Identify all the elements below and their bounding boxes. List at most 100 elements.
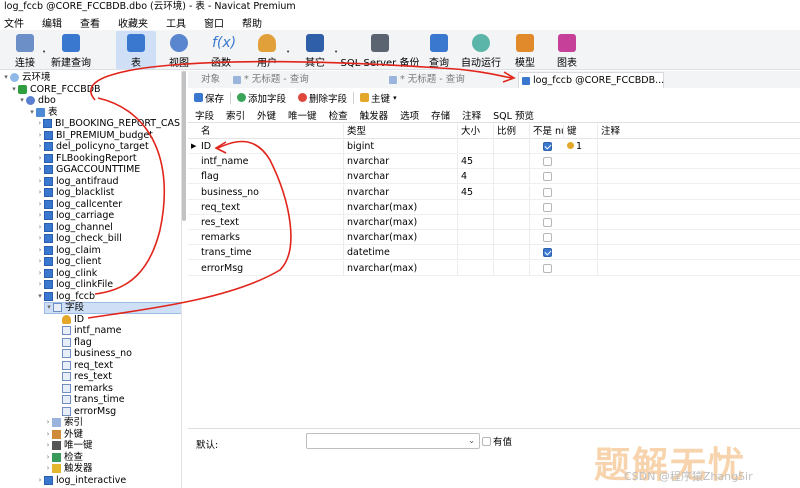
tree-item-table[interactable]: ▾ log_fccb	[36, 291, 180, 303]
tree-item-table[interactable]: › log_carriage	[36, 210, 180, 222]
field-name-cell[interactable]: intf_name	[198, 154, 344, 170]
table-row[interactable]: flag nvarchar 4	[188, 169, 800, 185]
field-scale-cell[interactable]	[494, 154, 530, 170]
tree-item-table[interactable]: › BI_PREMIUM_budget	[36, 130, 180, 142]
tree-item-table[interactable]: › log_client	[36, 256, 180, 268]
tree-item-foreign-keys[interactable]: › 外键	[44, 429, 180, 441]
field-scale-cell[interactable]	[494, 260, 530, 276]
menu-help[interactable]: 帮助	[238, 15, 262, 30]
field-type-cell[interactable]: nvarchar(max)	[344, 230, 458, 246]
tree-item-indexes[interactable]: › 索引	[44, 417, 180, 429]
subtab-triggers[interactable]: 触发器	[360, 108, 389, 122]
field-scale-cell[interactable]	[494, 184, 530, 200]
tree-item-field[interactable]: ID	[54, 314, 180, 326]
subtab-comment[interactable]: 注释	[462, 108, 481, 122]
field-type-cell[interactable]: nvarchar(max)	[344, 260, 458, 276]
field-comment-cell[interactable]	[598, 215, 798, 230]
field-key-cell[interactable]	[564, 199, 598, 215]
field-name-cell[interactable]: res_text	[198, 215, 344, 230]
menu-view[interactable]: 查看	[76, 15, 100, 30]
tree-item-table[interactable]: › log_clink	[36, 268, 180, 280]
tree-item-field[interactable]: req_text	[54, 360, 180, 372]
delete-field-button[interactable]: 删除字段	[298, 91, 347, 105]
subtab-sql-preview[interactable]: SQL 预览	[493, 108, 534, 122]
subtab-unique-keys[interactable]: 唯一键	[288, 108, 317, 122]
field-key-cell[interactable]	[564, 169, 598, 185]
default-value-select[interactable]: ⌄	[306, 433, 480, 449]
field-name-cell[interactable]: flag	[198, 169, 344, 185]
sql-server-backup-button[interactable]: SQL Server 备份	[341, 31, 419, 69]
chevron-down-icon[interactable]: ▾	[2, 72, 10, 84]
primary-key-button[interactable]: 主键 ▾	[360, 91, 397, 105]
field-comment-cell[interactable]	[598, 261, 798, 276]
tree-item-unique-keys[interactable]: › 唯一键	[44, 440, 180, 452]
subtab-foreign-keys[interactable]: 外键	[257, 108, 276, 122]
tree-item-field[interactable]: trans_time	[54, 394, 180, 406]
tree-scrollbar[interactable]	[182, 71, 186, 221]
not-null-checkbox[interactable]	[543, 233, 552, 243]
field-size-cell[interactable]	[458, 260, 494, 276]
header-name[interactable]: 名	[198, 124, 344, 139]
menu-favorites[interactable]: 收藏夹	[114, 15, 148, 30]
tree-item-schema[interactable]: ▾ dbo	[18, 95, 180, 107]
tree-item-field[interactable]: errorMsg	[54, 406, 180, 418]
field-type-cell[interactable]: datetime	[344, 245, 458, 261]
header-type[interactable]: 类型	[344, 124, 458, 139]
add-field-button[interactable]: 添加字段	[237, 91, 286, 105]
query-button[interactable]: 查询	[424, 31, 454, 69]
field-comment-cell[interactable]	[598, 200, 798, 215]
function-button[interactable]: f(x) 函数	[204, 31, 238, 69]
user-button[interactable]: 用户	[252, 31, 282, 69]
chevron-right-icon[interactable]: ›	[36, 268, 44, 280]
field-scale-cell[interactable]	[494, 215, 530, 230]
other-dropdown-icon[interactable]: •	[334, 48, 338, 56]
connect-dropdown-icon[interactable]: •	[42, 48, 46, 56]
view-button[interactable]: 视图	[162, 31, 196, 69]
chevron-right-icon[interactable]: ›	[36, 130, 44, 142]
field-comment-cell[interactable]	[598, 169, 798, 184]
field-key-cell[interactable]	[564, 184, 598, 200]
tree-item-fields-folder[interactable]: ▾ 字段	[44, 302, 181, 314]
table-row[interactable]: errorMsg nvarchar(max)	[188, 260, 800, 276]
field-key-cell[interactable]	[564, 154, 598, 170]
new-query-button[interactable]: 新建查询	[48, 31, 94, 69]
field-comment-cell[interactable]	[598, 139, 798, 154]
field-size-cell[interactable]: 4	[458, 169, 494, 185]
chevron-right-icon[interactable]: ›	[44, 463, 52, 475]
field-key-cell[interactable]	[564, 260, 598, 276]
not-null-checkbox[interactable]	[543, 187, 552, 197]
field-scale-cell[interactable]	[494, 245, 530, 261]
chevron-down-icon[interactable]: ▾	[10, 84, 18, 96]
chevron-right-icon[interactable]: ›	[36, 141, 44, 153]
tree-item-table[interactable]: › log_callcenter	[36, 199, 180, 211]
tree-item-checks[interactable]: › 检查	[44, 452, 180, 464]
tree-item-table[interactable]: › del_policyno_target	[36, 141, 180, 153]
not-null-checkbox[interactable]	[543, 172, 552, 182]
field-type-cell[interactable]: nvarchar(max)	[344, 199, 458, 215]
header-comment[interactable]: 注释	[598, 124, 798, 139]
not-null-checkbox[interactable]	[543, 248, 552, 258]
table-row[interactable]: trans_time datetime	[188, 245, 800, 261]
chevron-right-icon[interactable]: ›	[36, 187, 44, 199]
field-name-cell[interactable]: trans_time	[198, 245, 344, 261]
field-comment-cell[interactable]	[598, 230, 798, 245]
tree-item-table[interactable]: › log_claim	[36, 245, 180, 257]
chevron-right-icon[interactable]: ›	[36, 164, 44, 176]
chevron-right-icon[interactable]: ›	[44, 440, 52, 452]
field-size-cell[interactable]	[458, 215, 494, 230]
table-row[interactable]: intf_name nvarchar 45	[188, 154, 800, 170]
field-comment-cell[interactable]	[598, 245, 798, 260]
field-key-cell[interactable]	[564, 230, 598, 246]
chevron-down-icon[interactable]: ▾	[36, 291, 44, 303]
model-button[interactable]: 模型	[510, 31, 540, 69]
tree-item-triggers[interactable]: › 触发器	[44, 463, 180, 475]
chevron-right-icon[interactable]: ›	[44, 429, 52, 441]
tab-untitled-query-2[interactable]: * 无标题 - 查询	[386, 72, 510, 88]
field-key-cell[interactable]: 1	[564, 139, 598, 154]
not-null-checkbox[interactable]	[543, 142, 552, 151]
field-size-cell[interactable]: 45	[458, 154, 494, 170]
field-type-cell[interactable]: bigint	[344, 139, 458, 154]
tree-item-database[interactable]: ▾ CORE_FCCBDB	[10, 84, 180, 96]
has-value-checkbox[interactable]: 有值	[482, 434, 512, 448]
tab-log-fccb[interactable]: log_fccb @CORE_FCCBDB...	[518, 72, 664, 88]
